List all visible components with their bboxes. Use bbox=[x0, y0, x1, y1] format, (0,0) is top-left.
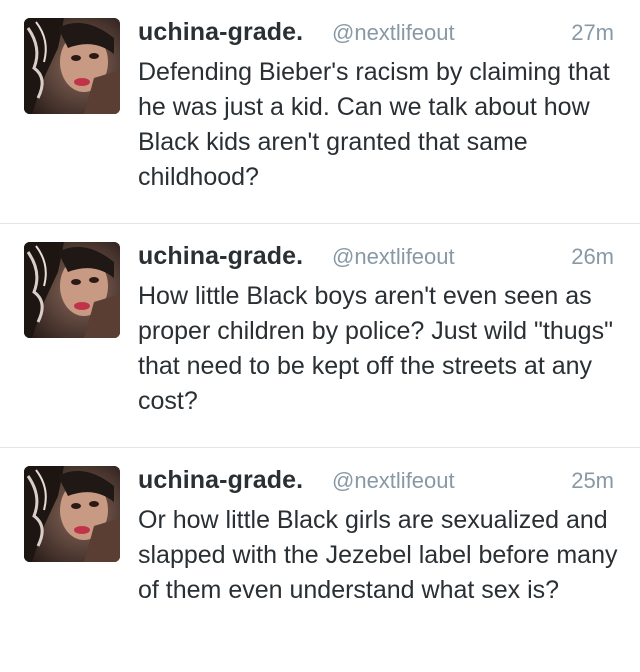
avatar[interactable] bbox=[24, 18, 120, 114]
avatar[interactable] bbox=[24, 466, 120, 562]
display-name[interactable]: uchina-grade. bbox=[138, 242, 303, 271]
timestamp[interactable]: 25m bbox=[571, 468, 614, 494]
tweet-header: uchina-grade. @nextlifeout 25m bbox=[138, 466, 614, 498]
tweet-text: Defending Bieber's racism by claiming th… bbox=[138, 58, 610, 191]
timestamp[interactable]: 26m bbox=[571, 244, 614, 270]
timestamp[interactable]: 27m bbox=[571, 20, 614, 46]
tweet-timeline: uchina-grade. @nextlifeout 27m Defending… bbox=[0, 0, 640, 662]
tweet-text: Or how little Black girls are sexualized… bbox=[138, 506, 618, 604]
user-handle[interactable]: @nextlifeout bbox=[332, 244, 455, 270]
display-name[interactable]: uchina-grade. bbox=[138, 18, 303, 47]
display-name[interactable]: uchina-grade. bbox=[138, 466, 303, 495]
tweet[interactable]: uchina-grade. @nextlifeout 25m Or how li… bbox=[0, 448, 640, 672]
tweet-text: How little Black boys aren't even seen a… bbox=[138, 282, 613, 415]
tweet-header: uchina-grade. @nextlifeout 27m bbox=[138, 18, 614, 50]
tweet[interactable]: uchina-grade. @nextlifeout 27m Defending… bbox=[0, 0, 640, 224]
user-handle[interactable]: @nextlifeout bbox=[332, 20, 455, 46]
tweet[interactable]: uchina-grade. @nextlifeout 26m How littl… bbox=[0, 224, 640, 448]
user-handle[interactable]: @nextlifeout bbox=[332, 468, 455, 494]
avatar[interactable] bbox=[24, 242, 120, 338]
tweet-header: uchina-grade. @nextlifeout 26m bbox=[138, 242, 614, 274]
